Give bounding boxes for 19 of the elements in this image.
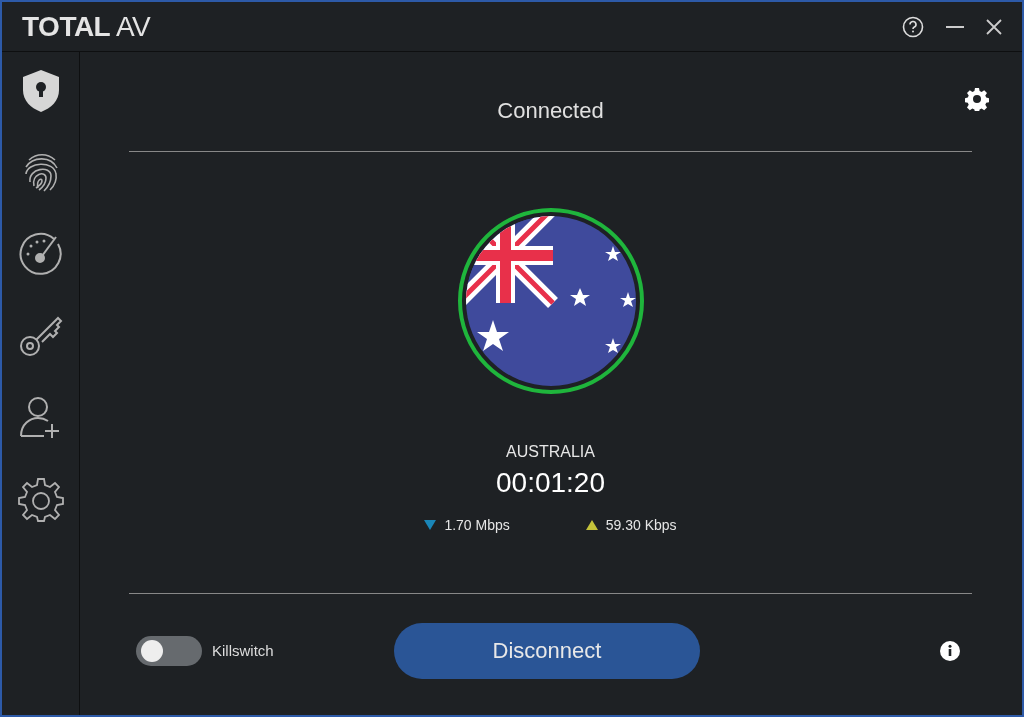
close-icon[interactable] <box>986 18 1002 35</box>
help-icon[interactable] <box>902 15 924 38</box>
killswitch-toggle[interactable] <box>136 635 202 666</box>
speedometer-icon <box>17 230 64 276</box>
sidebar-item[interactable] <box>17 230 64 276</box>
download-speed: 1.70 Mbps <box>444 517 510 533</box>
connection-timer: 00:01:20 <box>496 467 605 499</box>
killswitch-label: Killswitch <box>212 642 274 659</box>
country-name: AUSTRALIA <box>506 443 595 461</box>
disconnect-button[interactable]: Disconnect <box>394 622 700 679</box>
download-arrow-icon <box>424 520 437 530</box>
connection-status: Connected <box>497 97 604 124</box>
info-icon[interactable] <box>940 640 960 661</box>
upload-speed: 59.30 Kbps <box>605 517 677 533</box>
app-logo: TOTAL AV <box>22 10 151 43</box>
upload-arrow-icon <box>585 520 598 530</box>
settings-icon[interactable] <box>965 87 989 111</box>
settings-icon <box>17 476 64 522</box>
sidebar-item[interactable] <box>17 476 64 522</box>
